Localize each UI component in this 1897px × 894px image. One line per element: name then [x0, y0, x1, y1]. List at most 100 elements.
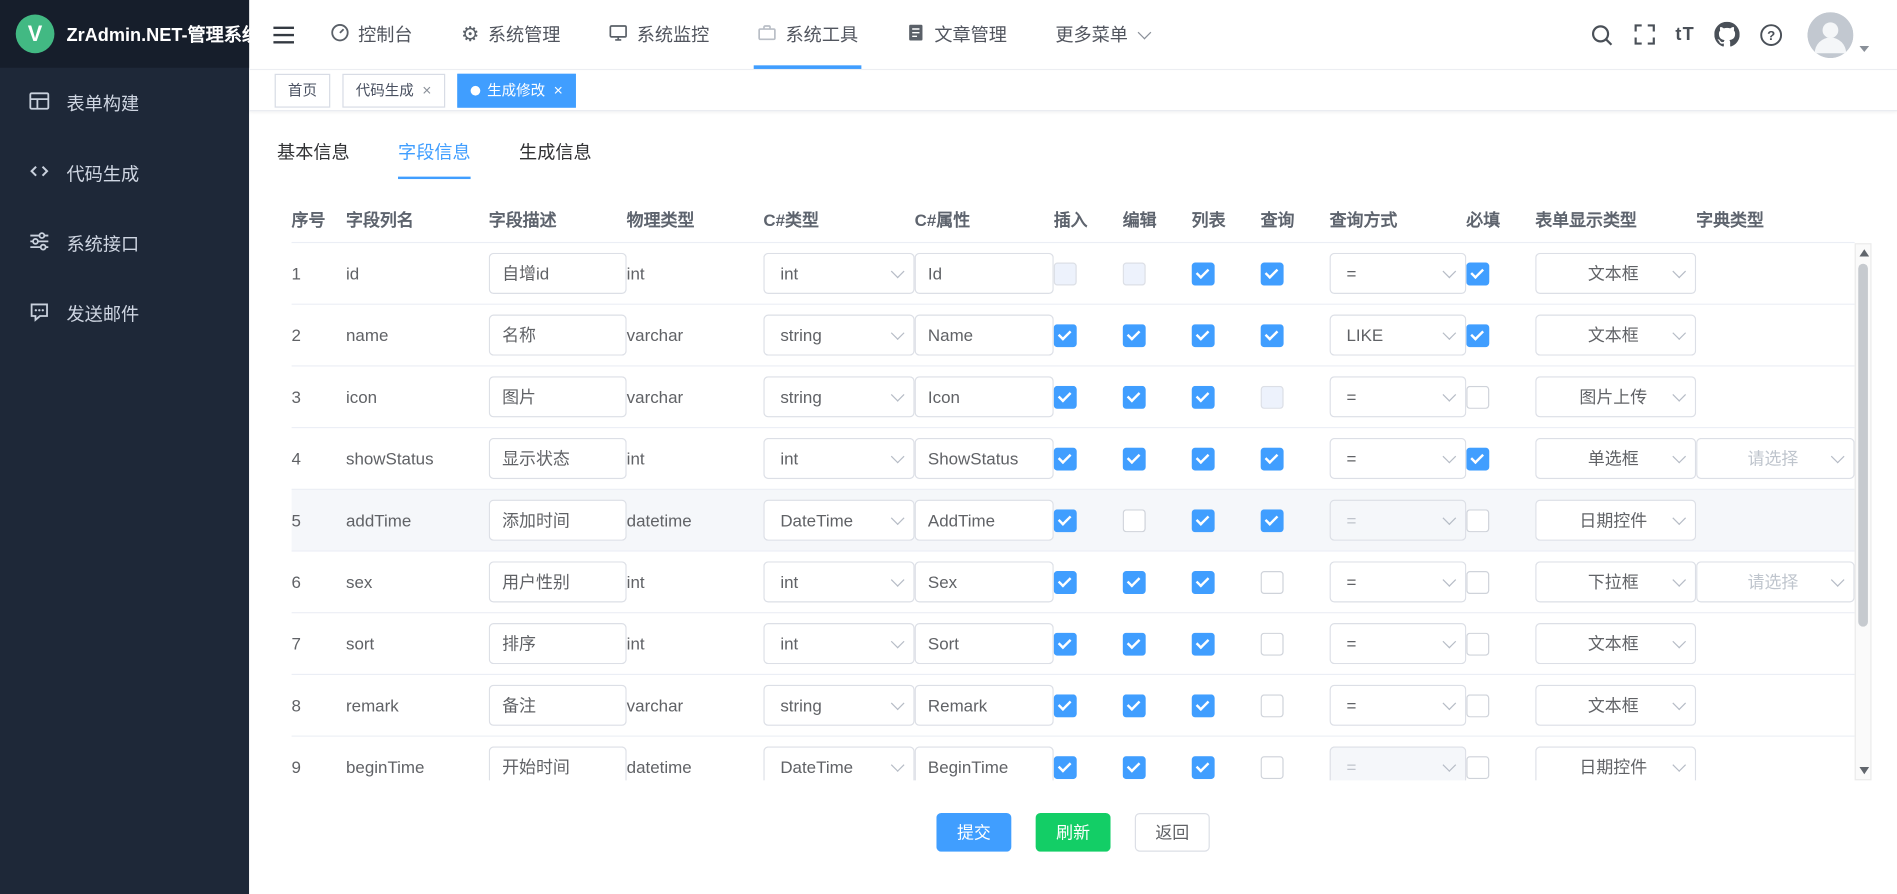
csharp-type-select[interactable]: DateTime — [763, 746, 914, 780]
query-method-select[interactable]: = — [1330, 500, 1467, 541]
search-icon[interactable] — [1589, 22, 1613, 46]
query-checkbox[interactable] — [1261, 509, 1284, 532]
csharp-type-select[interactable]: int — [763, 623, 914, 664]
description-input[interactable]: 自增id — [489, 253, 627, 294]
list-checkbox[interactable] — [1192, 262, 1215, 285]
query-checkbox[interactable] — [1261, 447, 1284, 470]
list-checkbox[interactable] — [1192, 385, 1215, 408]
query-method-select[interactable]: LIKE — [1330, 315, 1467, 356]
edit-checkbox[interactable] — [1123, 509, 1146, 532]
query-checkbox[interactable] — [1261, 570, 1284, 593]
edit-checkbox[interactable] — [1123, 570, 1146, 593]
tag-generate-edit[interactable]: 生成修改 × — [457, 73, 576, 107]
close-icon[interactable]: × — [422, 82, 431, 98]
font-size-icon[interactable]: tT — [1675, 24, 1695, 45]
query-method-select[interactable]: = — [1330, 685, 1467, 726]
tag-code-generation[interactable]: 代码生成 × — [342, 73, 444, 107]
csharp-property-input[interactable]: BeginTime — [915, 746, 1054, 780]
vertical-scrollbar[interactable] — [1855, 243, 1872, 780]
csharp-type-select[interactable]: string — [763, 315, 914, 356]
edit-checkbox[interactable] — [1123, 324, 1146, 347]
top-menu-item-dashboard[interactable]: 控制台 — [327, 0, 417, 69]
query-method-select[interactable]: = — [1330, 253, 1467, 294]
edit-checkbox[interactable] — [1123, 385, 1146, 408]
dict-type-select[interactable]: 请选择 — [1696, 438, 1854, 479]
csharp-type-select[interactable]: string — [763, 376, 914, 417]
query-checkbox[interactable] — [1261, 632, 1284, 655]
csharp-type-select[interactable]: int — [763, 253, 914, 294]
scrollbar-thumb[interactable] — [1858, 264, 1868, 627]
app-logo[interactable]: V ZrAdmin.NET-管理系统 — [0, 0, 249, 68]
query-checkbox[interactable] — [1261, 756, 1284, 779]
tab-generate-info[interactable]: 生成信息 — [519, 143, 592, 179]
description-input[interactable]: 开始时间 — [489, 746, 627, 780]
edit-checkbox[interactable] — [1123, 632, 1146, 655]
display-type-select[interactable]: 图片上传 — [1535, 376, 1696, 417]
query-checkbox[interactable] — [1261, 694, 1284, 717]
csharp-property-input[interactable]: Sex — [915, 561, 1054, 602]
edit-checkbox[interactable] — [1123, 262, 1146, 285]
csharp-type-select[interactable]: string — [763, 685, 914, 726]
display-type-select[interactable]: 文本框 — [1535, 253, 1696, 294]
csharp-property-input[interactable]: Remark — [915, 685, 1054, 726]
required-checkbox[interactable] — [1466, 570, 1489, 593]
query-method-select[interactable]: = — [1330, 376, 1467, 417]
dict-type-select[interactable]: 请选择 — [1696, 561, 1854, 602]
description-input[interactable]: 添加时间 — [489, 500, 627, 541]
csharp-property-input[interactable]: Id — [915, 253, 1054, 294]
scroll-down-icon[interactable] — [1859, 767, 1869, 774]
sidebar-item-form-builder[interactable]: 表单构建 — [0, 68, 249, 138]
required-checkbox[interactable] — [1466, 694, 1489, 717]
csharp-type-select[interactable]: int — [763, 438, 914, 479]
scroll-up-icon[interactable] — [1859, 249, 1869, 256]
github-icon[interactable] — [1714, 22, 1739, 47]
display-type-select[interactable]: 下拉框 — [1535, 561, 1696, 602]
insert-checkbox[interactable] — [1054, 324, 1077, 347]
query-checkbox[interactable] — [1261, 324, 1284, 347]
display-type-select[interactable]: 文本框 — [1535, 685, 1696, 726]
csharp-property-input[interactable]: Sort — [915, 623, 1054, 664]
help-icon[interactable]: ? — [1759, 22, 1783, 46]
query-method-select[interactable]: = — [1330, 561, 1467, 602]
required-checkbox[interactable] — [1466, 385, 1489, 408]
csharp-property-input[interactable]: Icon — [915, 376, 1054, 417]
query-method-select[interactable]: = — [1330, 438, 1467, 479]
top-menu-item-system-tools[interactable]: 系统工具 — [754, 0, 862, 69]
list-checkbox[interactable] — [1192, 694, 1215, 717]
display-type-select[interactable]: 日期控件 — [1535, 746, 1696, 780]
refresh-button[interactable]: 刷新 — [1036, 813, 1111, 852]
tab-basic-info[interactable]: 基本信息 — [277, 143, 350, 179]
fullscreen-icon[interactable] — [1633, 23, 1656, 46]
query-checkbox[interactable] — [1261, 385, 1284, 408]
required-checkbox[interactable] — [1466, 324, 1489, 347]
csharp-property-input[interactable]: ShowStatus — [915, 438, 1054, 479]
display-type-select[interactable]: 日期控件 — [1535, 500, 1696, 541]
query-method-select[interactable]: = — [1330, 623, 1467, 664]
close-icon[interactable]: × — [554, 82, 563, 98]
insert-checkbox[interactable] — [1054, 756, 1077, 779]
sidebar-item-send-mail[interactable]: 发送邮件 — [0, 278, 249, 348]
required-checkbox[interactable] — [1466, 756, 1489, 779]
user-menu[interactable] — [1807, 11, 1869, 57]
insert-checkbox[interactable] — [1054, 694, 1077, 717]
list-checkbox[interactable] — [1192, 632, 1215, 655]
insert-checkbox[interactable] — [1054, 447, 1077, 470]
sidebar-item-system-api[interactable]: 系统接口 — [0, 208, 249, 278]
insert-checkbox[interactable] — [1054, 385, 1077, 408]
tag-home[interactable]: 首页 — [275, 73, 331, 107]
csharp-property-input[interactable]: AddTime — [915, 500, 1054, 541]
query-method-select[interactable]: = — [1330, 746, 1467, 780]
edit-checkbox[interactable] — [1123, 694, 1146, 717]
insert-checkbox[interactable] — [1054, 509, 1077, 532]
top-menu-item-system-monitor[interactable]: 系统监控 — [605, 0, 713, 69]
required-checkbox[interactable] — [1466, 447, 1489, 470]
list-checkbox[interactable] — [1192, 324, 1215, 347]
required-checkbox[interactable] — [1466, 262, 1489, 285]
description-input[interactable]: 备注 — [489, 685, 627, 726]
display-type-select[interactable]: 单选框 — [1535, 438, 1696, 479]
edit-checkbox[interactable] — [1123, 756, 1146, 779]
tab-field-info[interactable]: 字段信息 — [398, 143, 471, 179]
top-menu-item-more[interactable]: 更多菜单 — [1052, 0, 1154, 69]
top-menu-item-article-management[interactable]: 文章管理 — [903, 0, 1011, 69]
insert-checkbox[interactable] — [1054, 570, 1077, 593]
